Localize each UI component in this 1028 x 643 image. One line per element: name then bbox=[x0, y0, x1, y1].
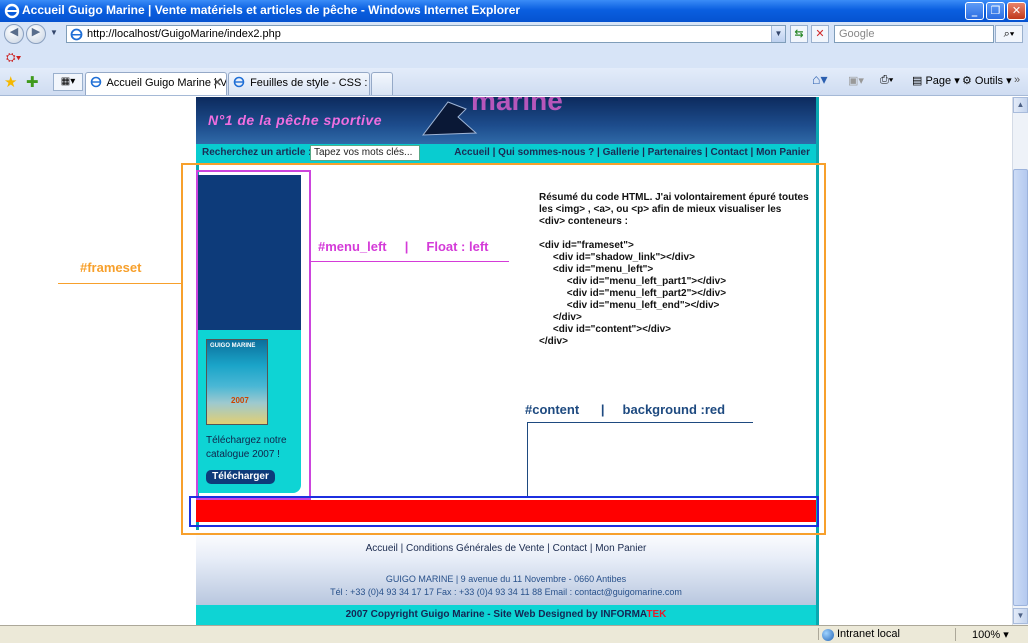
links-toolbar: ⛭▾ bbox=[0, 46, 1028, 68]
code-intro: Résumé du code HTML. J'ai volontairement… bbox=[539, 192, 809, 227]
window-title: Accueil Guigo Marine | Vente matériels e… bbox=[22, 3, 521, 17]
content-pointer-line bbox=[527, 422, 753, 423]
code-line: </div> bbox=[539, 336, 568, 347]
zoom-label: 100% bbox=[972, 629, 1001, 641]
stop-icon[interactable]: ✕ bbox=[811, 25, 829, 43]
brand-logo-fragment: marine bbox=[471, 97, 563, 116]
scrollbar-thumb[interactable] bbox=[1013, 169, 1028, 606]
menu-left-outline bbox=[196, 170, 311, 500]
maximize-button[interactable]: ❐ bbox=[986, 2, 1005, 20]
zoom-control[interactable]: 100% ▾ bbox=[955, 628, 1009, 641]
feeds-icon[interactable]: ▣▾ bbox=[848, 74, 864, 87]
scroll-up-icon[interactable]: ▲ bbox=[1013, 97, 1028, 113]
quick-tabs-icon[interactable]: ▦▾ bbox=[53, 73, 83, 91]
page-icon bbox=[70, 28, 83, 41]
scroll-down-icon[interactable]: ▼ bbox=[1013, 608, 1028, 624]
back-button[interactable]: ◀ bbox=[4, 24, 24, 44]
content-annotation: #content | background :red bbox=[525, 402, 726, 417]
footer-contact: Tél : +33 (0)4 93 34 17 17 Fax : +33 (0)… bbox=[330, 587, 682, 597]
tools-menu[interactable]: ⚙ Outils ▾ bbox=[962, 74, 1012, 87]
print-icon[interactable]: ⎙▾ bbox=[880, 74, 893, 87]
code-line: <div id="content"></div> bbox=[539, 324, 672, 335]
internet-explorer-icon bbox=[4, 3, 20, 19]
tab-ie-icon bbox=[90, 76, 102, 88]
content-outline bbox=[189, 496, 819, 527]
code-line: </div> bbox=[539, 312, 582, 323]
code-line: <div id="menu_left_part2"></div> bbox=[539, 288, 727, 299]
frameset-annotation: #frameset bbox=[80, 260, 142, 275]
copyright-bar: 2007 Copyright Guigo Marine - Site Web D… bbox=[196, 605, 816, 625]
rss-feed-icon[interactable]: ⛭▾ bbox=[6, 50, 21, 65]
page-viewport: marine N°1 de la pêche sportive Recherch… bbox=[0, 97, 1012, 625]
copyright-text: 2007 Copyright Guigo Marine - Site Web D… bbox=[345, 609, 647, 620]
code-line: <div id="menu_left_part1"></div> bbox=[539, 276, 727, 287]
window-title-bar: Accueil Guigo Marine | Vente matériels e… bbox=[0, 0, 1028, 22]
site-search-input[interactable]: Tapez vos mots clés... bbox=[310, 145, 420, 161]
menu-left-annotation: #menu_left | Float : left bbox=[318, 239, 489, 254]
tab-ie-icon bbox=[233, 76, 245, 88]
page-menu-label: Page bbox=[925, 75, 952, 87]
menu-left-pointer-line bbox=[311, 261, 509, 262]
search-field[interactable]: Google bbox=[834, 25, 994, 43]
vertical-scrollbar[interactable]: ▲ ▼ bbox=[1012, 97, 1028, 625]
content-pointer-line-vertical bbox=[527, 422, 528, 498]
tab-label: Accueil Guigo Marine | Ve... bbox=[106, 77, 227, 89]
add-favorite-icon[interactable]: ✚ bbox=[26, 73, 39, 91]
favorites-star-icon[interactable]: ★ bbox=[4, 73, 17, 91]
tab-guigo-marine[interactable]: Accueil Guigo Marine | Ve... ✕ bbox=[85, 72, 227, 95]
code-line: <div id="shadow_link"></div> bbox=[539, 252, 695, 263]
site-slogan: N°1 de la pêche sportive bbox=[208, 112, 382, 128]
page-menu[interactable]: ▤ Page ▾ bbox=[912, 74, 960, 87]
footer-address: GUIGO MARINE | 9 avenue du 11 Novembre -… bbox=[385, 574, 627, 584]
tools-menu-label: Outils bbox=[974, 75, 1004, 87]
new-tab-button[interactable] bbox=[371, 72, 393, 95]
intranet-globe-icon bbox=[822, 629, 834, 641]
site-main-nav[interactable]: Accueil | Qui sommes-nous ? | Gallerie |… bbox=[454, 147, 810, 158]
security-zone: Intranet local bbox=[818, 628, 948, 641]
frameset-pointer-line bbox=[58, 283, 182, 284]
minimize-button[interactable]: _ bbox=[965, 2, 984, 20]
refresh-icon[interactable]: ⇆ bbox=[790, 25, 808, 43]
status-bar: Intranet local 100% ▾ bbox=[0, 625, 1028, 643]
security-zone-label: Intranet local bbox=[837, 628, 900, 640]
marlin-image bbox=[421, 101, 478, 136]
url-text: http://localhost/GuigoMarine/index2.php bbox=[87, 28, 281, 40]
tab-close-icon[interactable]: ✕ bbox=[213, 73, 222, 94]
html-code-summary: Résumé du code HTML. J'ai volontairement… bbox=[539, 192, 809, 348]
footer-links[interactable]: Accueil | Conditions Générales de Vente … bbox=[196, 543, 816, 554]
code-line: <div id="menu_left_end"></div> bbox=[539, 300, 720, 311]
tabs-toolbar: ★ ✚ ▦▾ Accueil Guigo Marine | Ve... ✕ Fe… bbox=[0, 68, 1028, 96]
address-toolbar: ◀ ▶ ▼ http://localhost/GuigoMarine/index… bbox=[0, 22, 1028, 46]
search-placeholder: Google bbox=[839, 28, 875, 40]
tab-label: Feuilles de style - CSS : FLO... bbox=[250, 77, 369, 89]
home-icon[interactable]: ⌂▾ bbox=[812, 71, 827, 88]
toolbar-overflow-icon[interactable]: » bbox=[1014, 74, 1020, 86]
code-line: <div id="menu_left"> bbox=[539, 264, 654, 275]
code-line: <div id="frameset"> bbox=[539, 240, 634, 251]
search-icon[interactable]: ⌕▾ bbox=[995, 25, 1023, 43]
address-field[interactable]: http://localhost/GuigoMarine/index2.php … bbox=[66, 25, 786, 43]
copyright-tek: TEK bbox=[646, 609, 667, 620]
site-search-bar: Recherchez un article : Tapez vos mots c… bbox=[196, 144, 816, 163]
address-dropdown-icon[interactable]: ▼ bbox=[771, 26, 785, 42]
history-dropdown-icon[interactable]: ▼ bbox=[50, 28, 58, 37]
tab-css-float[interactable]: Feuilles de style - CSS : FLO... bbox=[228, 72, 370, 95]
site-banner: marine N°1 de la pêche sportive bbox=[196, 97, 816, 144]
site-search-label: Recherchez un article : bbox=[202, 147, 312, 158]
forward-button[interactable]: ▶ bbox=[26, 24, 46, 44]
close-button[interactable]: ✕ bbox=[1007, 2, 1026, 20]
